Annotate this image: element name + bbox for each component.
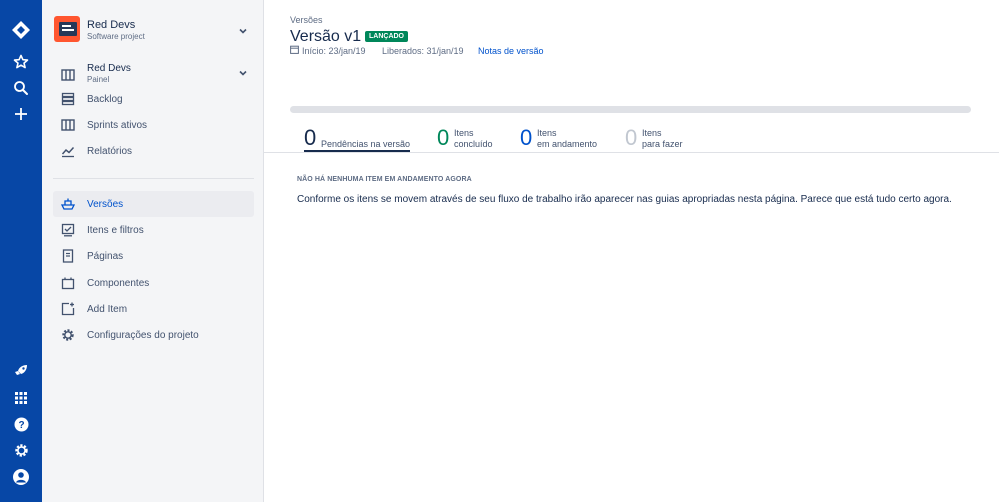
page-title: Versão v1 [290,28,362,45]
stat-label: Itens [454,128,474,138]
project-type: Software project [87,32,145,41]
project-sidebar: Red Devs Software project Red Devs Paine… [42,0,264,502]
search-icon[interactable] [11,78,31,98]
help-icon[interactable]: ? [11,414,31,434]
settings-icon[interactable] [11,440,31,460]
svg-text:?: ? [18,420,24,431]
sidebar-item-add-item[interactable]: Add Item [53,296,254,322]
board-subtitle: Painel [87,75,110,84]
stat-sublabel: em andamento [537,139,598,149]
board-name: Red Devs [87,63,131,74]
main-content: Versões Versão v1 LANÇADO Início: 23/jan… [264,0,999,502]
backlog-icon [61,92,75,106]
tab-done-issues[interactable]: 0 Itens concluído [437,126,507,154]
settings-icon [62,329,74,341]
status-badge: LANÇADO [365,31,408,42]
board-icon [61,69,75,81]
sidebar-item-project-settings[interactable]: Configurações do projeto [53,322,254,348]
star-icon[interactable] [11,52,31,72]
issues-icon [61,223,75,237]
sidebar-item-label: Configurações do projeto [87,329,199,341]
project-switcher[interactable]: Red Devs Software project [54,16,254,46]
tab-in-progress-issues[interactable]: 0 Itens em andamento [520,126,610,154]
board-icon [61,119,75,131]
reports-icon [61,146,75,158]
sidebar-item-label: Sprints ativos [87,119,148,131]
sidebar-item-label: Relatórios [87,145,133,157]
plus-icon[interactable] [11,104,31,124]
add-item-icon [61,302,75,316]
sidebar-item-versions[interactable]: Versões [53,191,254,217]
stat-count: 0 [625,125,638,150]
sidebar-item-label: Versões [87,198,124,210]
project-name: Red Devs [87,19,136,31]
stat-sublabel: para fazer [642,139,683,149]
sidebar-divider [53,178,254,179]
stat-count: 0 [437,125,450,150]
stat-label: Pendências na versão [321,139,411,149]
empty-state-message: Conforme os itens se movem através de se… [297,194,952,205]
sidebar-item-sprints[interactable]: Sprints ativos [53,112,254,138]
stat-count: 0 [520,125,533,150]
profile-icon[interactable] [11,467,31,487]
global-navigation: ? [0,0,42,502]
rocket-icon[interactable] [11,361,31,381]
sidebar-item-label: Componentes [87,277,150,289]
project-avatar [54,16,80,42]
chevron-down-icon [239,70,247,76]
stat-count: 0 [304,125,317,150]
sidebar-item-pages[interactable]: Páginas [53,243,254,269]
sidebar-item-components[interactable]: Componentes [53,270,254,296]
stat-label: Itens [642,128,662,138]
page-icon [62,249,74,263]
jira-logo-icon[interactable] [11,20,31,40]
tabs-divider [264,152,999,153]
breadcrumb[interactable]: Versões [290,15,323,25]
start-date: Início: 23/jan/19 [302,46,366,56]
chevron-down-icon [239,28,247,34]
calendar-icon [290,45,299,54]
component-icon [61,277,75,290]
sidebar-item-reports[interactable]: Relatórios [53,138,254,164]
tab-todo-issues[interactable]: 0 Itens para fazer [625,126,705,154]
release-notes-link[interactable]: Notas de versão [478,46,544,56]
sidebar-item-issues[interactable]: Itens e filtros [53,217,254,243]
sidebar-item-backlog[interactable]: Backlog [53,86,254,112]
stat-sublabel: concluído [454,139,493,149]
sidebar-item-label: Páginas [87,250,124,262]
progress-bar [290,106,971,113]
sidebar-item-label: Backlog [87,93,123,105]
sidebar-item-label: Add Item [87,303,128,315]
release-date: Liberados: 31/jan/19 [382,46,464,56]
ship-icon [61,198,75,210]
sidebar-item-label: Itens e filtros [87,224,144,236]
empty-state-heading: NÃO HÁ NENHUMA ITEM EM ANDAMENTO AGORA [297,176,472,183]
stat-label: Itens [537,128,557,138]
app-switcher-icon[interactable] [11,388,31,408]
